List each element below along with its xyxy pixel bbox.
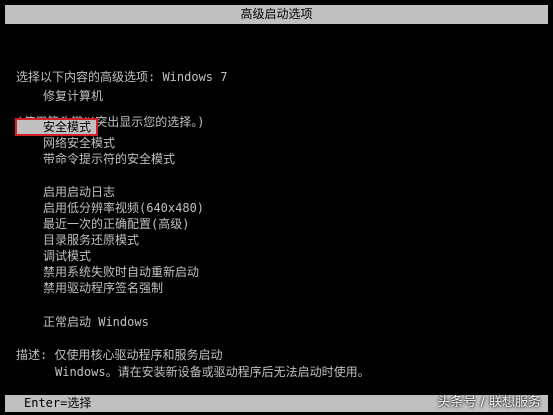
menu-item-disable-auto-restart[interactable]: 禁用系统失败时自动重新启动 [43,264,199,280]
menu-item-safe-mode-networking[interactable]: 网络安全模式 [43,135,115,151]
watermark-text: 头条号 / 联想服务 [437,395,541,410]
screen-title: 高级启动选项 [240,7,313,21]
menu-item-directory-services-restore[interactable]: 目录服务还原模式 [43,232,139,248]
menu-item-start-windows-normally[interactable]: 正常启动 Windows [43,314,149,330]
footer-key-hint: Enter=选择 [24,396,92,410]
menu-item-low-resolution-video[interactable]: 启用低分辨率视频(640x480) [43,200,204,216]
menu-item-enable-boot-logging[interactable]: 启用启动日志 [43,184,115,200]
menu-item-safe-mode[interactable]: 安全模式 [15,118,98,136]
description-label-line: 描述: 仅使用核心驱动程序和服务启动 [16,348,223,362]
menu-item-safe-mode-command-prompt[interactable]: 带命令提示符的安全模式 [43,151,175,167]
intro-line-os: 选择以下内容的高级选项: Windows 7 [16,70,228,84]
menu-item-debugging-mode[interactable]: 调试模式 [43,248,91,264]
menu-item-disable-driver-signature[interactable]: 禁用驱动程序签名强制 [43,280,163,296]
title-bar: 高级启动选项 [5,5,548,24]
description-body-line: Windows。请在安装新设备或驱动程序后无法启动时使用。 [55,365,370,379]
menu-item-last-known-good-config[interactable]: 最近一次的正确配置(高级) [43,216,189,232]
menu-item-repair-computer[interactable]: 修复计算机 [43,88,103,104]
